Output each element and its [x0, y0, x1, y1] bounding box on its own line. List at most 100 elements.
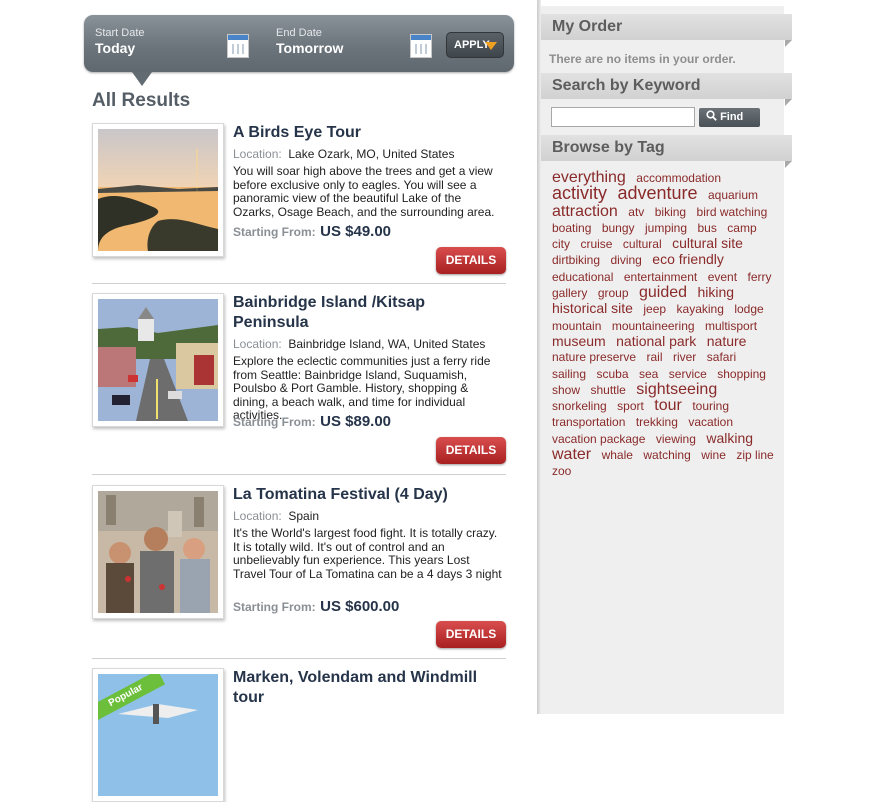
tour-title[interactable]: Marken, Volendam and Windmill tour — [233, 668, 503, 708]
tag-link[interactable]: group — [598, 286, 629, 300]
tour-thumbnail[interactable] — [92, 293, 224, 427]
tag-link[interactable]: activity — [552, 183, 607, 203]
end-date-field[interactable]: End Date Tomorrow — [276, 27, 343, 56]
tag-link[interactable]: tour — [654, 397, 682, 414]
tour-thumbnail[interactable] — [92, 485, 224, 619]
tag-link[interactable]: rail — [647, 350, 663, 364]
details-button[interactable]: DETAILS — [436, 247, 506, 274]
tag-link[interactable]: city — [552, 237, 570, 251]
tag-link[interactable]: nature preserve — [552, 350, 636, 364]
tag-link[interactable]: attraction — [552, 203, 618, 220]
tag-link[interactable]: transportation — [552, 415, 625, 429]
tag-link[interactable]: service — [669, 367, 707, 381]
end-calendar-icon[interactable] — [410, 34, 432, 58]
tag-link[interactable]: mountain — [552, 319, 601, 333]
tag-link[interactable]: eco friendly — [652, 251, 724, 267]
tag-link[interactable]: safari — [707, 350, 736, 364]
end-date-label: End Date — [276, 27, 322, 39]
tag-link[interactable]: snorkeling — [552, 399, 607, 413]
location-value: Spain — [288, 509, 320, 523]
tag-link[interactable]: zip line — [736, 448, 773, 462]
location-value: Bainbridge Island, WA, United States — [288, 337, 486, 351]
tag-link[interactable]: scuba — [596, 367, 628, 381]
apply-button[interactable]: APPLY — [446, 32, 504, 58]
tour-title[interactable]: A Birds Eye Tour — [233, 123, 503, 143]
tag-link[interactable]: gallery — [552, 286, 587, 300]
tag-link[interactable]: kayaking — [677, 302, 724, 316]
tag-link[interactable]: viewing — [656, 432, 696, 446]
tag-link[interactable]: mountaineering — [612, 319, 695, 333]
starting-from-label: Starting From: — [233, 225, 316, 239]
tag-link[interactable]: show — [552, 383, 580, 397]
keyword-search-input[interactable] — [551, 107, 695, 127]
tag-link[interactable]: nature — [707, 333, 747, 349]
tag-link[interactable]: cultural site — [672, 235, 743, 251]
tag-link[interactable]: trekking — [636, 415, 678, 429]
tag-link[interactable]: whale — [602, 448, 633, 462]
tour-price: Starting From: US $49.00 — [233, 223, 391, 241]
tag-link[interactable]: boating — [552, 221, 591, 235]
start-date-field[interactable]: Start Date Today — [95, 27, 145, 56]
town-street-photo — [98, 299, 218, 421]
details-button[interactable]: DETAILS — [436, 437, 506, 464]
tag-link[interactable]: biking — [655, 205, 686, 219]
tag-link[interactable]: sightseeing — [636, 381, 717, 398]
tag-link[interactable]: wine — [701, 448, 726, 462]
tag-link[interactable]: educational — [552, 270, 613, 284]
tag-link[interactable]: shopping — [717, 367, 766, 381]
tag-link[interactable]: ferry — [748, 270, 772, 284]
tag-link[interactable]: guided — [639, 284, 687, 301]
starting-from-label: Starting From: — [233, 600, 316, 614]
tag-link[interactable]: sea — [639, 367, 658, 381]
tag-link[interactable]: vacation — [688, 415, 733, 429]
tag-link[interactable]: cruise — [580, 237, 612, 251]
tag-link[interactable]: cultural — [623, 237, 662, 251]
location-label: Location: — [233, 337, 282, 351]
tag-link[interactable]: event — [708, 270, 737, 284]
details-button[interactable]: DETAILS — [436, 621, 506, 648]
find-button[interactable]: Find — [699, 108, 760, 127]
tag-link[interactable]: bus — [697, 221, 716, 235]
tag-link[interactable]: vacation package — [552, 432, 645, 446]
tag-link[interactable]: aquarium — [708, 188, 758, 202]
tag-link[interactable]: adventure — [617, 183, 697, 203]
tag-link[interactable]: camp — [727, 221, 756, 235]
tag-link[interactable]: museum — [552, 333, 606, 349]
tag-link[interactable]: bird watching — [697, 205, 768, 219]
divider — [92, 658, 506, 659]
lake-aerial-photo — [98, 129, 218, 251]
tag-link[interactable]: shuttle — [590, 383, 625, 397]
tag-link[interactable]: diving — [610, 253, 641, 267]
divider — [92, 474, 506, 475]
search-heading: Search by Keyword — [541, 73, 792, 106]
tag-link[interactable]: jumping — [645, 221, 687, 235]
tag-link[interactable]: hiking — [697, 284, 734, 300]
tour-title[interactable]: Bainbridge Island /Kitsap Peninsula — [233, 293, 503, 333]
tag-link[interactable]: sailing — [552, 367, 586, 381]
festival-crowd-photo — [98, 491, 218, 613]
divider — [92, 283, 506, 284]
tag-link[interactable]: touring — [692, 399, 729, 413]
tour-description: It's the World's largest food fight. It … — [233, 526, 502, 581]
tag-link[interactable]: jeep — [643, 302, 666, 316]
tag-link[interactable]: lodge — [734, 302, 763, 316]
tag-link[interactable]: national park — [616, 333, 696, 349]
tag-link[interactable]: atv — [628, 205, 644, 219]
tag-link[interactable]: sport — [617, 399, 644, 413]
tour-thumbnail[interactable]: Popular — [92, 668, 224, 802]
tag-link[interactable]: zoo — [552, 464, 571, 478]
tour-thumbnail[interactable] — [92, 123, 224, 257]
location-label: Location: — [233, 509, 282, 523]
tag-link[interactable]: watching — [643, 448, 690, 462]
tag-link[interactable]: walking — [706, 430, 753, 446]
tag-link[interactable]: historical site — [552, 300, 633, 316]
tour-title[interactable]: La Tomatina Festival (4 Day) — [233, 485, 503, 505]
find-button-label: Find — [720, 111, 744, 123]
tag-link[interactable]: dirtbiking — [552, 253, 600, 267]
tag-link[interactable]: bungy — [602, 221, 635, 235]
tag-link[interactable]: water — [552, 446, 591, 463]
start-calendar-icon[interactable] — [227, 34, 249, 58]
tag-link[interactable]: entertainment — [624, 270, 697, 284]
tag-link[interactable]: river — [673, 350, 696, 364]
tag-link[interactable]: multisport — [705, 319, 757, 333]
